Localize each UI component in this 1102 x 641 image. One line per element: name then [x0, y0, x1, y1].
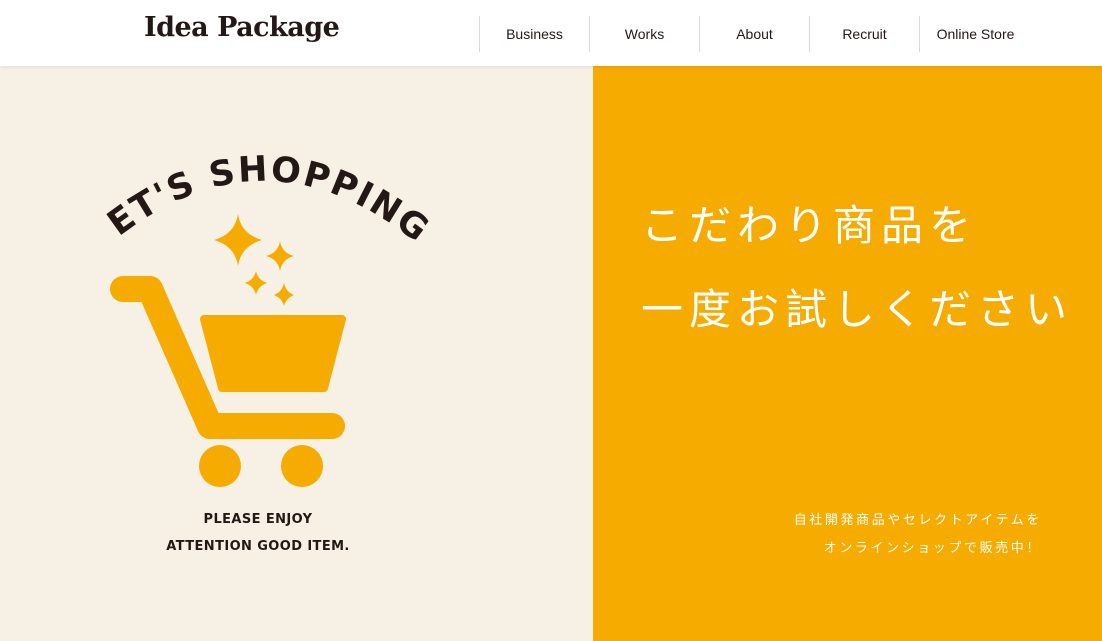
- site-header: Idea Package Business Works About Recrui…: [0, 0, 1102, 66]
- nav-item-works[interactable]: Works: [589, 16, 699, 52]
- main-nav: Business Works About Recruit Online Stor…: [479, 16, 1031, 52]
- promo-headline: こだわり商品を 一度お試しください: [641, 184, 1073, 352]
- headline-line-2: 一度お試しください: [641, 285, 1074, 334]
- promo-subtext: 自社開発商品やセレクトアイテムを オンラインショップで販売中！: [794, 506, 1042, 562]
- lets-shopping-arc-text: LET'S SHOPPING: [0, 66, 437, 251]
- shopping-illustration-panel: LET'S SHOPPING PLEASE ENJOY ATTENTION GO…: [0, 66, 593, 641]
- subtext-line-2: オンラインショップで販売中！: [823, 540, 1042, 555]
- nav-item-about[interactable]: About: [699, 16, 809, 52]
- nav-item-recruit[interactable]: Recruit: [809, 16, 919, 52]
- promo-panel: こだわり商品を 一度お試しください 自社開発商品やセレクトアイテムを オンライン…: [593, 66, 1102, 641]
- site-logo[interactable]: Idea Package: [144, 12, 340, 43]
- enjoy-line-2: ATTENTION GOOD ITEM.: [166, 539, 350, 554]
- shopping-cart-icon: [110, 276, 346, 487]
- enjoy-caption: PLEASE ENJOY ATTENTION GOOD ITEM.: [130, 506, 386, 560]
- lets-shopping-arc-textpath: LET'S SHOPPING: [0, 66, 435, 251]
- nav-item-online-store[interactable]: Online Store: [919, 16, 1031, 52]
- nav-item-business[interactable]: Business: [479, 16, 589, 52]
- subtext-line-1: 自社開発商品やセレクトアイテムを: [793, 512, 1042, 527]
- enjoy-line-1: PLEASE ENJOY: [203, 512, 313, 527]
- headline-line-1: こだわり商品を: [641, 201, 978, 250]
- sparkle-icon: [214, 214, 294, 306]
